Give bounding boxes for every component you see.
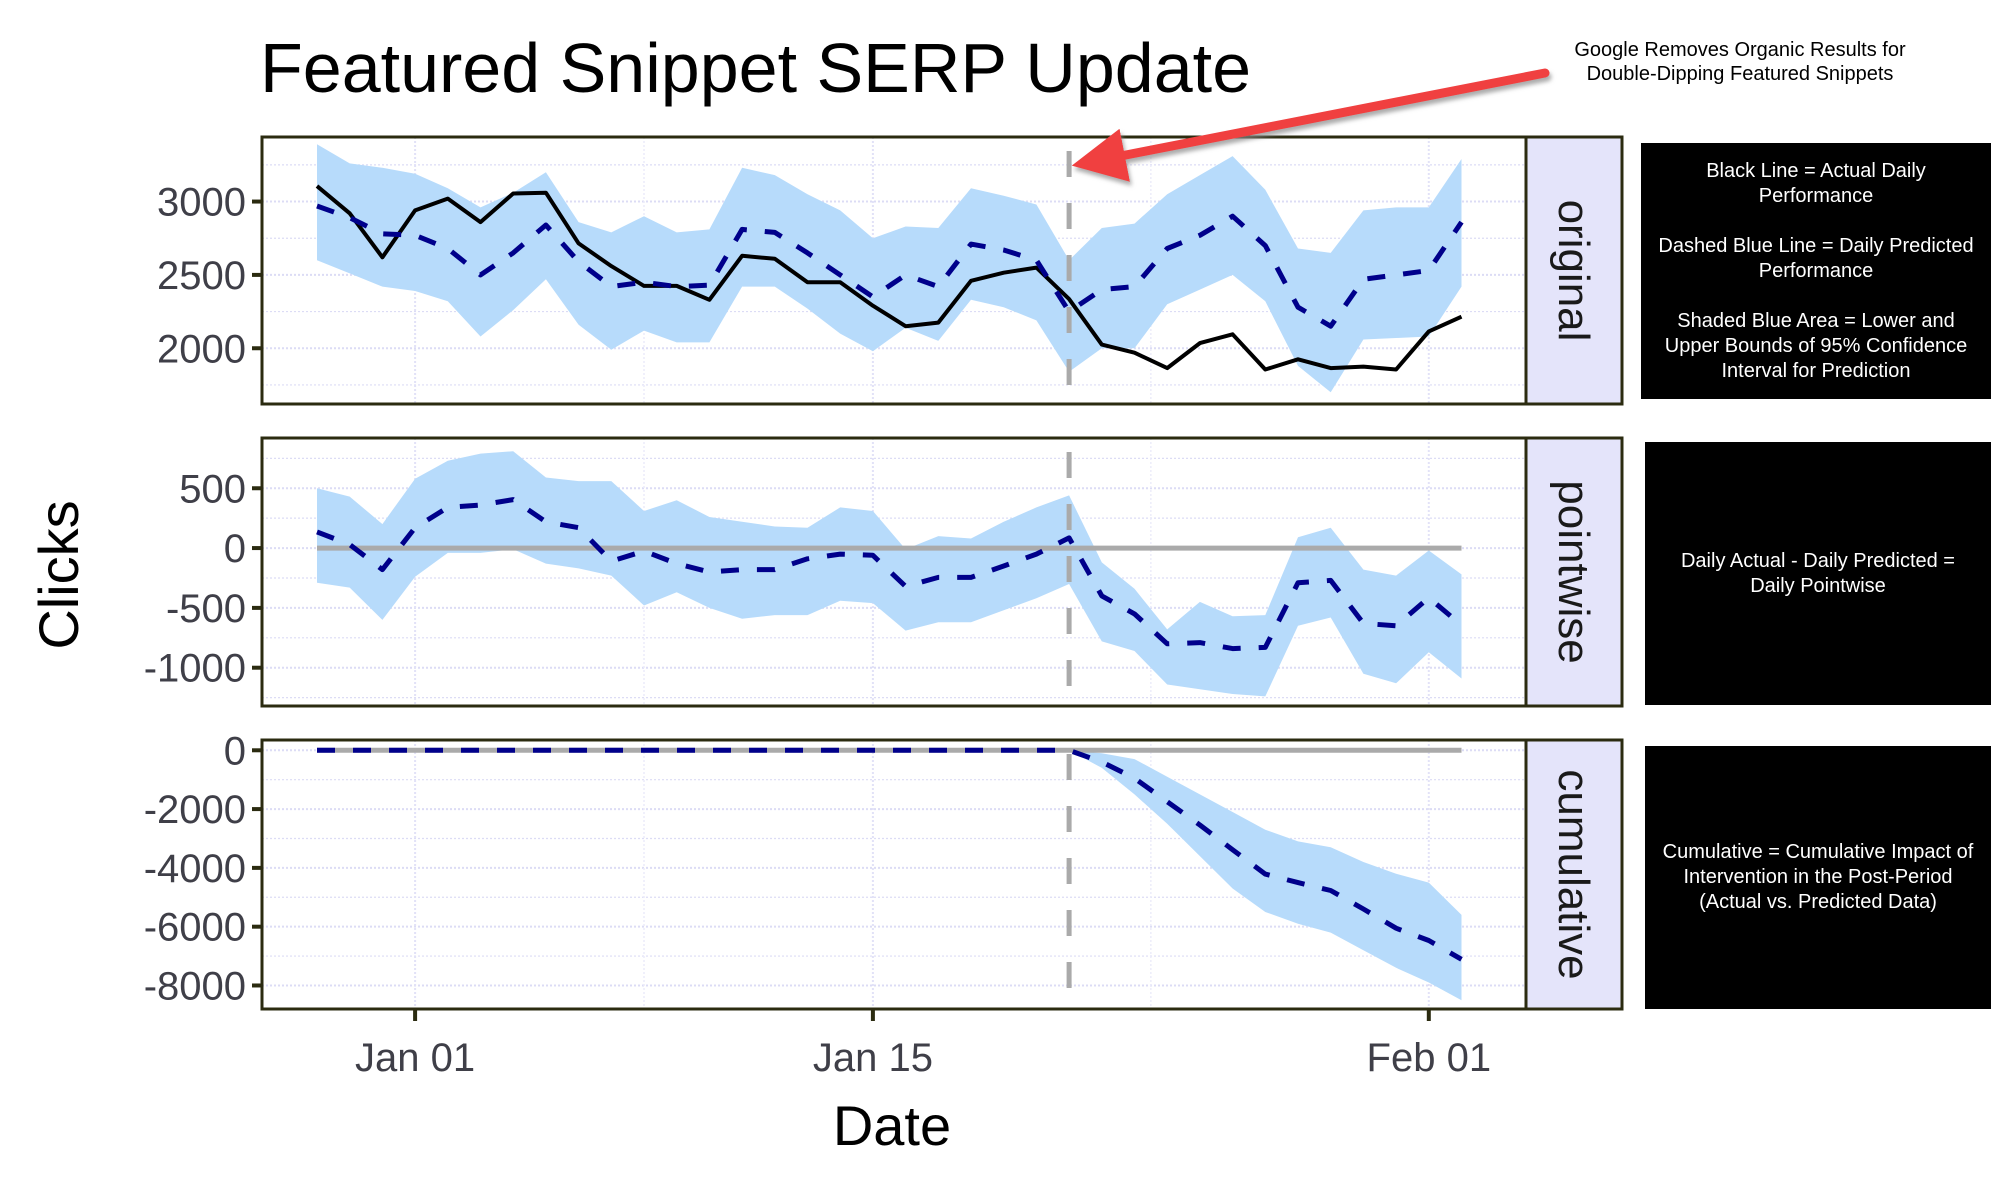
facet-label: pointwise bbox=[1549, 480, 1598, 663]
legend-note-original: Black Line = Actual Daily Performance Da… bbox=[1641, 143, 1991, 399]
y-tick-label: 0 bbox=[224, 527, 246, 571]
y-tick-label: 3000 bbox=[157, 181, 246, 225]
y-tick-label: 2000 bbox=[157, 327, 246, 371]
y-tick-label: 2500 bbox=[157, 254, 246, 298]
legend-note-pointwise: Daily Actual - Daily Predicted = Daily P… bbox=[1645, 442, 1991, 705]
x-tick-label: Jan 15 bbox=[813, 1036, 933, 1080]
y-tick-label: -8000 bbox=[144, 964, 246, 1008]
note-shaded-area: Shaded Blue Area = Lower and Upper Bound… bbox=[1664, 309, 1968, 382]
annotation-line-2: Double-Dipping Featured Snippets bbox=[1586, 63, 1894, 85]
annotation-text: Google Removes Organic Results for Doubl… bbox=[1520, 38, 1960, 86]
facet-label: original bbox=[1549, 200, 1598, 342]
panel-original: original 2000 2500 3000 bbox=[157, 135, 1624, 406]
x-tick-label: Jan 01 bbox=[355, 1036, 475, 1080]
y-tick-label: -2000 bbox=[144, 788, 246, 832]
note-pointwise: Daily Actual - Daily Predicted = Daily P… bbox=[1680, 549, 1955, 597]
annotation-line-1: Google Removes Organic Results for bbox=[1574, 39, 1906, 61]
y-tick-label: -6000 bbox=[144, 906, 246, 950]
note-cumulative: Cumulative = Cumulative Impact of Interv… bbox=[1662, 841, 1974, 913]
y-tick-label: -4000 bbox=[144, 847, 246, 891]
y-tick-label: 500 bbox=[179, 467, 246, 511]
chart-title: Featured Snippet SERP Update bbox=[260, 29, 1251, 107]
y-tick-label: -500 bbox=[166, 587, 246, 631]
facet-label: cumulative bbox=[1549, 769, 1598, 979]
legend-note-cumulative: Cumulative = Cumulative Impact of Interv… bbox=[1645, 746, 1991, 1009]
note-predicted-line: Dashed Blue Line = Daily Predicted Perfo… bbox=[1658, 234, 1974, 282]
x-axis-title: Date bbox=[833, 1094, 951, 1157]
panel-cumulative: cumulative -8000 -6000 -4000 -2000 0 bbox=[144, 729, 1624, 1011]
y-axis-title: Clicks bbox=[27, 500, 90, 649]
y-tick-label: -1000 bbox=[144, 647, 246, 691]
x-tick-label: Feb 01 bbox=[1367, 1036, 1492, 1080]
note-actual-line: Black Line = Actual Daily Performance bbox=[1706, 159, 1926, 207]
panel-pointwise: pointwise -1000 -500 0 500 bbox=[144, 436, 1624, 708]
y-tick-label: 0 bbox=[224, 729, 246, 773]
